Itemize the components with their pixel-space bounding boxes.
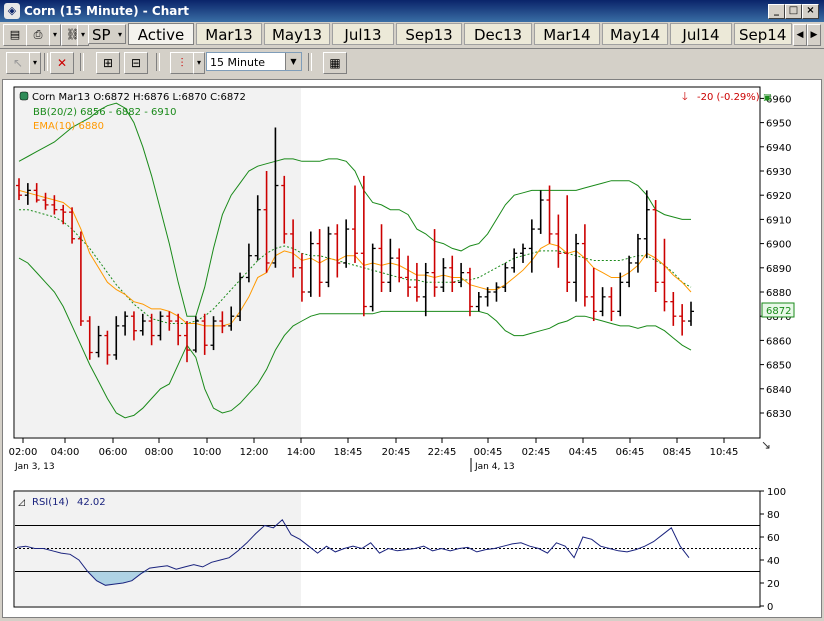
tab-sep13[interactable]: Sep13: [396, 23, 462, 45]
session-shading: [15, 88, 301, 437]
rsi-axis-tick-label: 100: [767, 487, 786, 498]
time-axis-tick-label: 02:00: [9, 447, 38, 458]
pointer-dropdown-arrow[interactable]: ▾: [29, 52, 41, 74]
time-axis-tick-label: 04:00: [51, 447, 80, 458]
rsi-axis-tick-label: 0: [767, 602, 773, 613]
time-axis-tick-label: 14:00: [287, 447, 316, 458]
price-axis-tick-label: 6860: [766, 336, 791, 347]
price-axis-tick-label: 6880: [766, 288, 791, 299]
interval-select[interactable]: 15 Minute ▼: [206, 52, 302, 71]
maximize-button[interactable]: □: [785, 4, 802, 19]
price-axis-tick-label: 6830: [766, 409, 791, 420]
scroll-left-icon[interactable]: ◀: [793, 24, 807, 46]
time-axis-tick-label: 04:45: [569, 447, 598, 458]
time-axis-tick-label: 20:45: [382, 447, 411, 458]
chart-toolbar: ↖ ▾ ✕ ⊞ ⊟ ⫶ ▾ ▦: [0, 49, 824, 76]
rsi-axis-tick-label: 80: [767, 510, 780, 521]
legend-marker-icon: [19, 91, 29, 101]
toolbar-separator: [80, 53, 84, 71]
scroll-right-icon[interactable]: ▶: [807, 24, 821, 46]
time-axis-tick-label: 02:45: [522, 447, 551, 458]
tab-mar13[interactable]: Mar13: [196, 23, 262, 45]
contract-tab-bar: ▤ ⎙ ▾ ⛓ ▾ SP ▾ Active Mar13 May13 Jul13 S…: [0, 22, 824, 49]
price-axis-tick-label: 6850: [766, 361, 791, 372]
edit-study-icon[interactable]: ⊟: [124, 52, 148, 74]
properties-icon[interactable]: ▤: [3, 24, 27, 46]
price-axis-tick-label: 6890: [766, 264, 791, 275]
print-icon[interactable]: ⎙: [26, 24, 50, 46]
symbol-label: SP: [92, 26, 111, 44]
bb-label: BB(20/2) 6856 - 6882 - 6910: [33, 107, 176, 118]
time-axis-tick-label: 00:45: [474, 447, 503, 458]
pointer-icon[interactable]: ↖: [6, 52, 30, 74]
toolbar-separator: [156, 53, 160, 71]
price-axis-tick-label: 6950: [766, 119, 791, 130]
time-axis-tick-label: 10:00: [193, 447, 222, 458]
toolbar-separator: [44, 53, 48, 71]
time-axis-tick-label: 08:45: [663, 447, 692, 458]
app-icon: ◈: [4, 3, 20, 19]
time-axis-tick-label: 06:00: [99, 447, 128, 458]
chart-area[interactable]: 6830 6840 6850 6860 6870 6880 6890 6900 6910 6920…: [2, 79, 822, 618]
resize-corner-icon[interactable]: ↘: [761, 438, 771, 452]
ema-label: EMA(10) 6880: [33, 121, 104, 132]
toolbar-separator: [308, 53, 312, 71]
time-axis-tick-label: 12:00: [240, 447, 269, 458]
add-study-icon[interactable]: ⊞: [96, 52, 120, 74]
close-button[interactable]: ×: [802, 4, 819, 19]
rsi-toggle-icon[interactable]: ◿: [18, 498, 25, 508]
last-price: 6872: [766, 306, 791, 317]
minimize-button[interactable]: _: [768, 4, 785, 19]
bb-toggle-icon[interactable]: ▣: [763, 93, 772, 103]
rsi-axis-tick-label: 60: [767, 533, 780, 544]
price-change: -20 (-0.29%): [697, 92, 760, 103]
time-axis-tick-label: 08:00: [145, 447, 174, 458]
window-title: Corn (15 Minute) - Chart: [24, 4, 189, 18]
window-titlebar: ◈ Corn (15 Minute) - Chart _ □ ×: [0, 0, 824, 22]
chevron-down-icon: ▾: [117, 30, 122, 39]
price-axis-tick-label: 6900: [766, 240, 791, 251]
chevron-down-icon: ▼: [285, 53, 301, 70]
time-axis-tick-label: 22:45: [428, 447, 457, 458]
tab-active[interactable]: Active: [128, 23, 194, 45]
delete-icon[interactable]: ✕: [50, 52, 74, 74]
price-axis-tick-label: 6910: [766, 215, 791, 226]
time-axis-tick-label: 10:45: [710, 447, 739, 458]
tab-dec13[interactable]: Dec13: [464, 23, 532, 45]
price-axis-tick-label: 6940: [766, 143, 791, 154]
tab-mar14[interactable]: Mar14: [534, 23, 600, 45]
ohlc-label: Corn Mar13 O:6872 H:6876 L:6870 C:6872: [32, 92, 246, 103]
down-arrow-icon: 🡓: [682, 90, 688, 103]
chart-type-dropdown-arrow[interactable]: ▾: [193, 52, 205, 74]
symbol-selector[interactable]: SP ▾: [88, 24, 126, 44]
bar-chart-type-icon[interactable]: ⫶: [170, 52, 194, 74]
data-window-icon[interactable]: ▦: [323, 52, 347, 74]
time-axis-tick-label: 06:45: [616, 447, 645, 458]
chart-canvas[interactable]: 6830684068506860687068806890690069106920…: [3, 80, 821, 617]
price-axis-tick-label: 6920: [766, 191, 791, 202]
date-label-next: Jan 4, 13: [474, 462, 515, 472]
rsi-value: 42.02: [77, 497, 106, 508]
rsi-axis-tick-label: 20: [767, 579, 780, 590]
price-axis-tick-label: 6840: [766, 385, 791, 396]
tab-sep14[interactable]: Sep14: [734, 23, 792, 45]
date-label-start: Jan 3, 13: [14, 462, 55, 472]
time-axis-tick-label: 18:45: [334, 447, 363, 458]
tab-jul14[interactable]: Jul14: [670, 23, 732, 45]
rsi-session-shading: [15, 492, 301, 606]
price-axis-tick-label: 6930: [766, 167, 791, 178]
tab-may13[interactable]: May13: [264, 23, 330, 45]
rsi-label: RSI(14): [32, 497, 69, 508]
tab-jul13[interactable]: Jul13: [332, 23, 394, 45]
print-dropdown-arrow[interactable]: ▾: [49, 24, 61, 46]
rsi-axis-tick-label: 40: [767, 556, 780, 567]
tab-may14[interactable]: May14: [602, 23, 668, 45]
interval-value: 15 Minute: [210, 56, 266, 69]
